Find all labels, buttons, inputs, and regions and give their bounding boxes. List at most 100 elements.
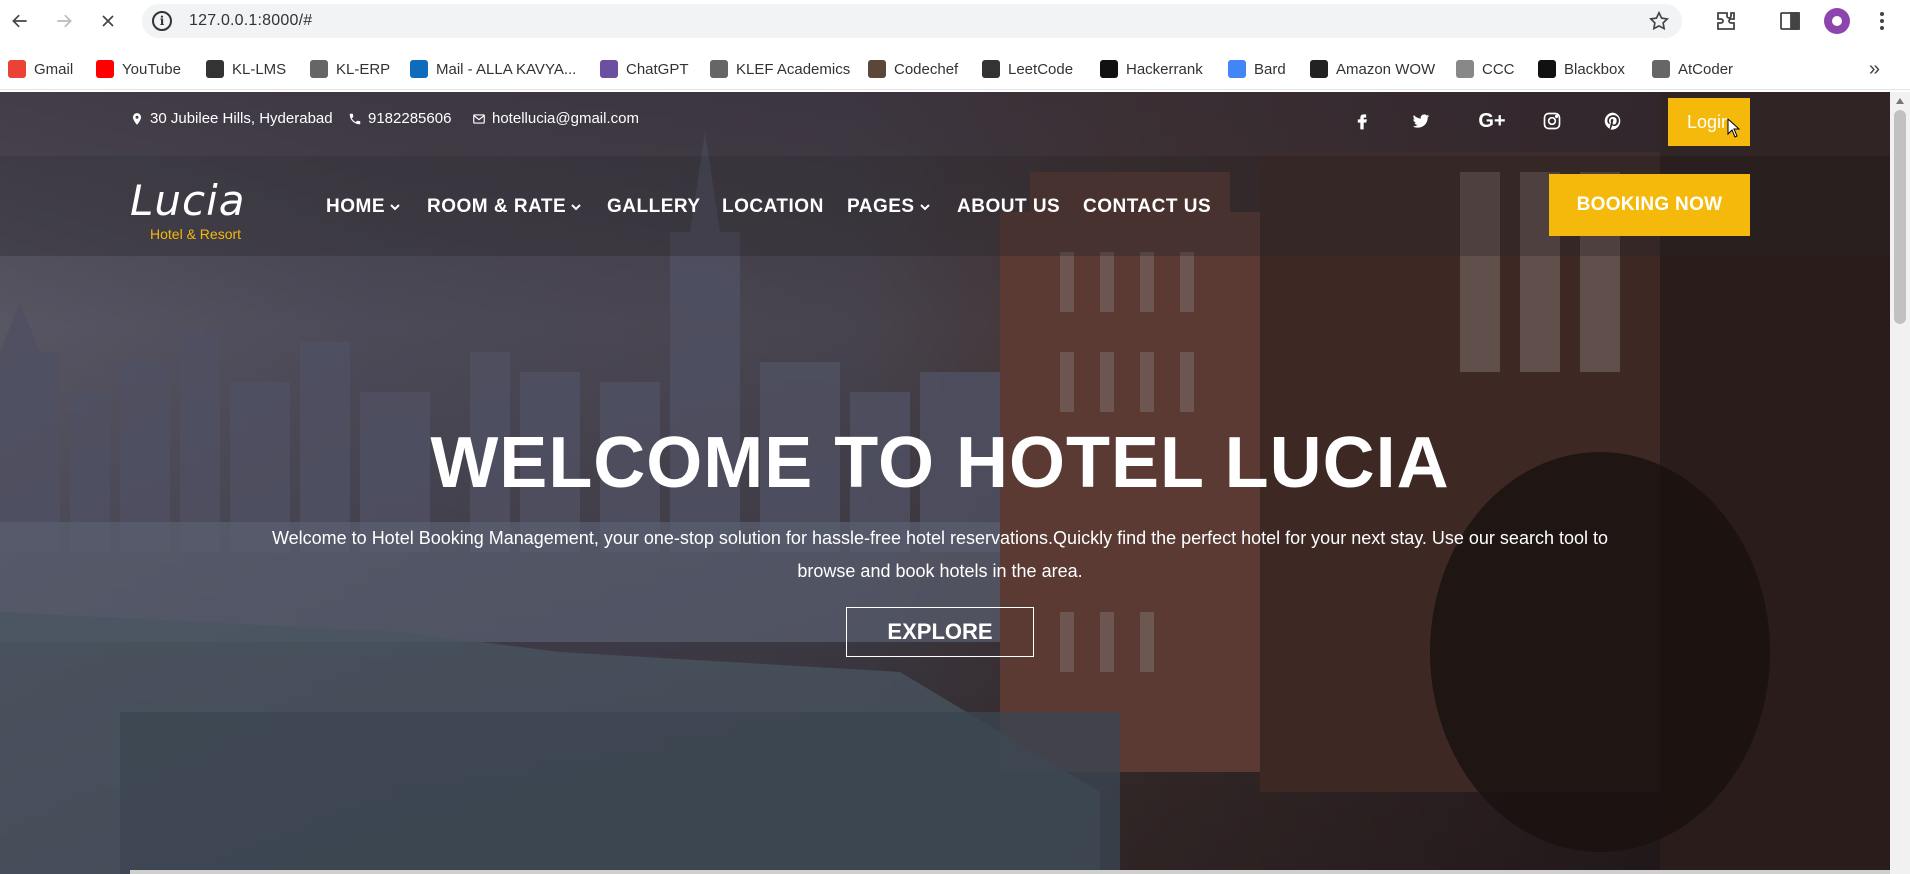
bookmark-hackerrank[interactable]: Hackerrank [1100,58,1203,80]
nav-item-label: CONTACT US [1083,196,1212,217]
bookmark-kl-erp[interactable]: KL-ERP [310,58,390,80]
url-text[interactable]: 127.0.0.1:8000/# [189,12,312,30]
bookmark-chatgpt[interactable]: ChatGPT [600,58,689,80]
side-panel-icon[interactable] [1778,9,1802,33]
nav-item-contact-us[interactable]: CONTACT US [1083,196,1211,218]
bookmark-label: KL-ERP [336,60,391,78]
bookmark-label: AtCoder [1678,60,1734,78]
bookmark-label: LeetCode [1008,60,1074,78]
bookmark-label: KL-LMS [232,60,287,78]
blackbox-icon [1538,60,1556,78]
bookmarks-overflow-icon[interactable]: » [1869,58,1880,81]
bookmark-label: ChatGPT [626,60,689,78]
google-plus-icon[interactable]: G+ [1476,110,1508,132]
hackerrank-icon [1100,60,1118,78]
page-scrollbar[interactable] [1890,92,1910,874]
bookmark-label: Bard [1254,60,1286,78]
chevron-down-icon [919,204,930,211]
bookmark-klef-academics[interactable]: KLEF Academics [710,58,850,80]
hero-section: 30 Jubilee Hills, Hyderabad 9182285606 h… [0,92,1890,874]
map-pin-icon [132,112,142,125]
booking-now-button[interactable]: BOOKING NOW [1549,174,1750,236]
nav-item-pages[interactable]: PAGES [847,196,930,218]
bookmark-label: Gmail [34,60,74,78]
instagram-icon[interactable] [1541,110,1563,132]
bookmark-label: KLEF Academics [736,60,851,78]
bookmark-bard[interactable]: Bard [1228,58,1286,80]
bookmark-atcoder[interactable]: AtCoder [1652,58,1733,80]
explore-button[interactable]: EXPLORE [846,607,1034,657]
bookmark-mail-alla-kavya[interactable]: Mail - ALLA KAVYA... [410,58,576,80]
extensions-icon[interactable] [1714,9,1738,33]
chevron-down-icon [571,204,581,211]
nav-item-location[interactable]: LOCATION [722,196,824,218]
address-info: 30 Jubilee Hills, Hyderabad [130,110,333,127]
bard-icon [1228,60,1246,78]
gear-icon [710,60,728,78]
mouse-cursor-icon [1727,118,1741,138]
moodle-icon [206,60,224,78]
address-bar[interactable]: i 127.0.0.1:8000/# [142,4,1682,38]
hero-title: WELCOME TO HOTEL LUCIA [430,423,1450,503]
gear-icon [310,60,328,78]
bookmark-kl-lms[interactable]: KL-LMS [206,58,286,80]
nav-item-label: ROOM & RATE [427,196,567,217]
site-info-icon[interactable]: i [152,11,172,31]
bookmark-gmail[interactable]: Gmail [8,58,73,80]
chevron-down-icon [390,204,400,211]
bookmark-leetcode[interactable]: LeetCode [982,58,1073,80]
twitter-icon[interactable] [1410,110,1432,132]
amazon-icon [1310,60,1328,78]
nav-item-home[interactable]: HOME [326,196,400,218]
nav-item-label: LOCATION [722,196,824,217]
stop-loading-icon[interactable] [93,6,123,36]
nav-item-label: HOME [326,196,385,217]
nav-item-room-rate[interactable]: ROOM & RATE [427,196,581,218]
nav-item-gallery[interactable]: GALLERY [607,196,701,218]
nav-item-label: ABOUT US [957,196,1061,217]
phone-text: 9182285606 [368,110,452,127]
bookmark-codechef[interactable]: Codechef [868,58,958,80]
bookmark-star-icon[interactable] [1648,10,1670,32]
bookmark-blackbox[interactable]: Blackbox [1538,58,1625,80]
bookmark-label: Mail - ALLA KAVYA... [436,60,577,78]
outlook-icon [410,60,428,78]
bookmark-label: Codechef [894,60,959,78]
facebook-icon[interactable] [1351,110,1373,132]
scrollbar-thumb[interactable] [1894,110,1906,324]
address-text: 30 Jubilee Hills, Hyderabad [150,110,333,127]
more-menu-icon[interactable] [1870,9,1894,33]
envelope-icon [473,113,485,124]
nav-item-label: PAGES [847,196,915,217]
scroll-up-icon[interactable] [1896,98,1904,104]
bookmark-label: Hackerrank [1126,60,1203,78]
bookmark-label: Amazon WOW [1336,60,1436,78]
profile-avatar[interactable] [1824,8,1850,34]
hero-description: Welcome to Hotel Booking Management, you… [271,528,1608,581]
logo-text[interactable]: Lucia [130,176,246,225]
pinterest-icon[interactable] [1602,110,1624,132]
bookmarks-bar: Gmail YouTube KL-LMS KL-ERP Mail - ALLA KAVY… [0,48,1910,90]
bottom-divider [130,870,1890,874]
youtube-icon [96,60,114,78]
forward-icon[interactable] [49,6,79,36]
back-icon[interactable] [5,6,35,36]
phone-info: 9182285606 [348,110,451,127]
nav-item-about-us[interactable]: ABOUT US [957,196,1060,218]
nav-item-label: GALLERY [607,196,701,217]
gmail-icon [8,60,26,78]
browser-toolbar: i 127.0.0.1:8000/# [0,0,1910,42]
top-info-bar: 30 Jubilee Hills, Hyderabad 9182285606 h… [0,92,1890,156]
bookmark-label: Blackbox [1564,60,1625,78]
bookmark-label: CCC [1482,60,1515,78]
ccc-icon [1456,60,1474,78]
chatgpt-icon [600,60,618,78]
bookmark-ccc[interactable]: CCC [1456,58,1515,80]
atcoder-icon [1652,60,1670,78]
phone-icon [349,113,361,124]
email-text: hotellucia@gmail.com [492,110,639,127]
bookmark-youtube[interactable]: YouTube [96,58,181,80]
email-info: hotellucia@gmail.com [472,110,639,127]
leetcode-icon [982,60,1000,78]
bookmark-amazon-wow[interactable]: Amazon WOW [1310,58,1435,80]
